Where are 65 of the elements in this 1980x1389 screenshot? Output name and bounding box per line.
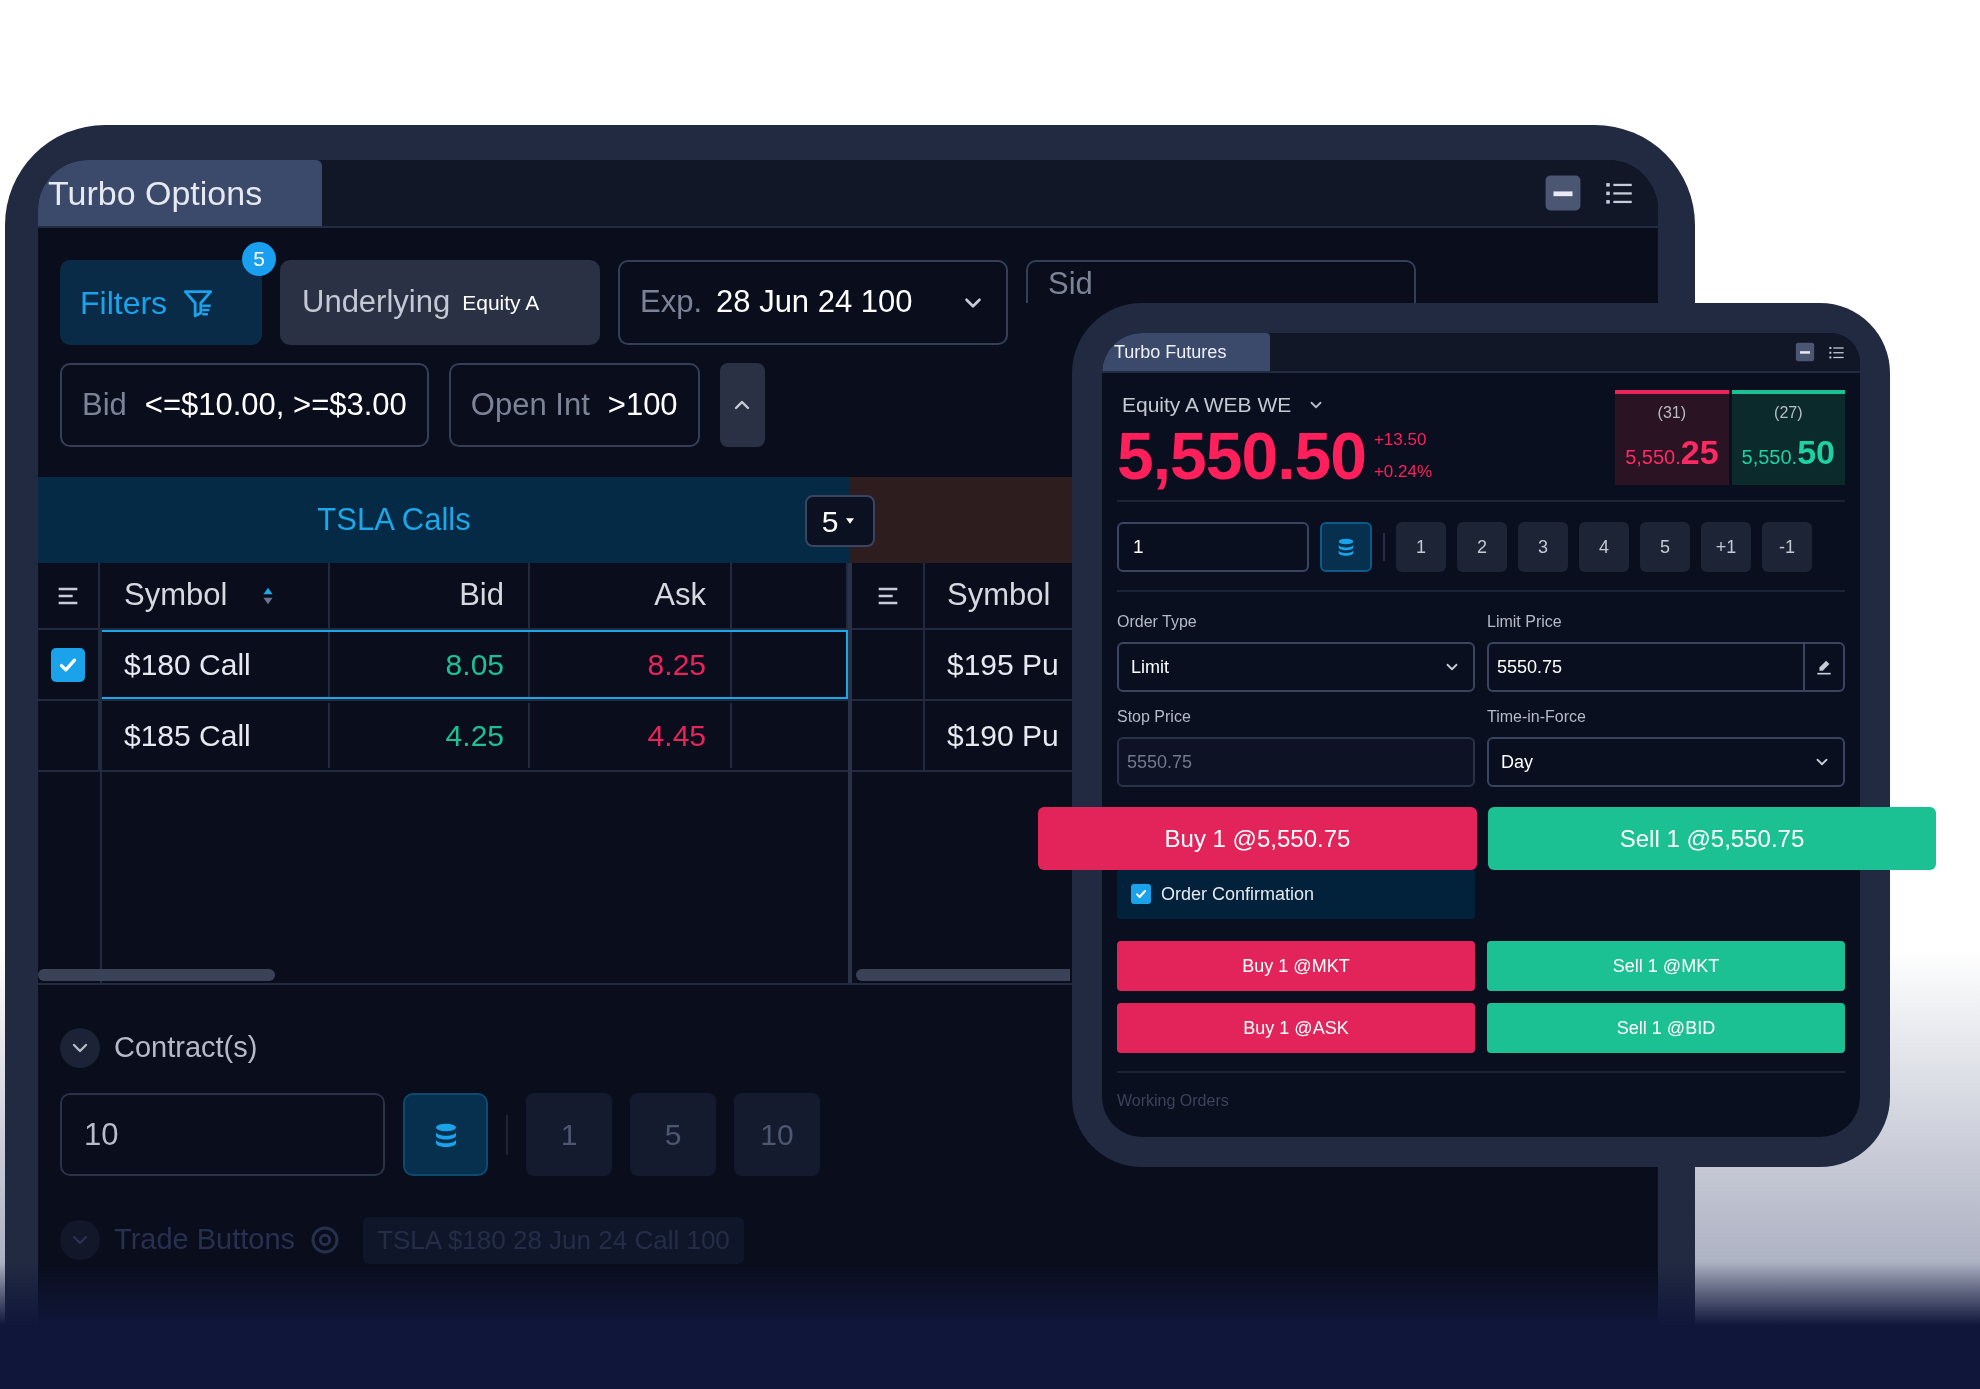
underlying-chip[interactable]: Underlying Equity A bbox=[280, 260, 600, 345]
checkbox[interactable] bbox=[51, 647, 85, 682]
table-cell: 4.25 bbox=[330, 703, 530, 768]
field-label: Stop Price bbox=[1117, 707, 1192, 727]
buy-button[interactable]: Buy 1 @5,550.75 bbox=[1038, 807, 1477, 870]
price-tick: 25 bbox=[1680, 432, 1719, 473]
table-cell: 8.25 bbox=[530, 632, 732, 697]
limit-price-field[interactable]: 5550.75 bbox=[1487, 642, 1803, 692]
price-change: +13.50 bbox=[1373, 429, 1428, 451]
filter-dropdown[interactable]: Exp. 28 Jun 24 100 bbox=[618, 260, 1008, 345]
price-tick: 50 bbox=[1797, 432, 1835, 473]
section-title: Contract(s) bbox=[114, 1030, 258, 1066]
time-in-force-select[interactable]: Day bbox=[1487, 737, 1845, 787]
table-cell-text: $190 Pu bbox=[947, 718, 1059, 754]
minimize-icon[interactable] bbox=[1544, 174, 1582, 212]
bid-quote[interactable]: (31) 5,550.25 bbox=[1615, 390, 1729, 485]
preset-button[interactable]: 5 bbox=[1640, 522, 1690, 572]
order-confirmation-checkbox[interactable]: Order Confirmation bbox=[1117, 869, 1475, 919]
preset-button[interactable]: 3 bbox=[1518, 522, 1568, 572]
field-label: Order Type bbox=[1117, 612, 1198, 632]
preset-button[interactable]: 2 bbox=[1457, 522, 1507, 572]
scrollbar[interactable] bbox=[856, 969, 1070, 981]
count-badge: 5 bbox=[242, 242, 276, 276]
filter-chip[interactable]: Open Int >100 bbox=[448, 363, 700, 447]
column-header[interactable]: Bid bbox=[459, 572, 504, 619]
presets-button[interactable] bbox=[403, 1093, 488, 1176]
section-title: Working Orders bbox=[1117, 1091, 1230, 1111]
order-size: (31) bbox=[1657, 403, 1687, 423]
field-label: Limit Price bbox=[1487, 612, 1563, 632]
collapse-toggle[interactable] bbox=[60, 1220, 100, 1260]
checkbox[interactable] bbox=[1131, 884, 1151, 904]
percent-change: +0.24% bbox=[1373, 460, 1433, 483]
price-handle: 5,550. bbox=[1625, 445, 1681, 470]
order-size: (27) bbox=[1774, 403, 1803, 423]
edit-button[interactable] bbox=[1803, 642, 1845, 692]
column-header[interactable]: Symbol bbox=[947, 572, 1051, 619]
filter-chip[interactable]: Bid <=$10.00, >=$3.00 bbox=[60, 363, 429, 447]
presets-button[interactable] bbox=[1320, 522, 1372, 572]
price-handle: 5,550. bbox=[1741, 445, 1798, 470]
ask-quote[interactable]: (27) 5,550.50 bbox=[1731, 390, 1845, 485]
table-cell-text: $195 Pu bbox=[947, 647, 1059, 683]
window-tab[interactable]: Turbo Options bbox=[38, 160, 322, 226]
window-tab[interactable]: Turbo Futures bbox=[1102, 333, 1270, 371]
column-header[interactable]: Symbol bbox=[124, 572, 228, 619]
column-header[interactable]: Ask bbox=[654, 572, 706, 619]
quantity-field[interactable]: 1 bbox=[1117, 522, 1309, 572]
minimize-icon[interactable] bbox=[1795, 342, 1815, 362]
selected-row-outline[interactable]: $180 Call 8.05 8.25 bbox=[100, 630, 848, 699]
quantity-field[interactable]: 10 bbox=[60, 1093, 385, 1176]
scrollbar[interactable] bbox=[38, 969, 275, 981]
field-label: Time-in-Force bbox=[1487, 707, 1587, 727]
last-price: 5,550.50 bbox=[1117, 422, 1366, 489]
table-cell: 8.05 bbox=[330, 632, 530, 697]
preset-button[interactable]: 4 bbox=[1579, 522, 1629, 572]
preset-button[interactable]: -1 bbox=[1762, 522, 1812, 572]
preset-button[interactable]: 1 bbox=[1396, 522, 1446, 572]
order-type-select[interactable]: Limit bbox=[1117, 642, 1475, 692]
instrument-name[interactable]: Equity A WEB WE bbox=[1122, 389, 1292, 421]
collapse-toggle[interactable] bbox=[60, 1028, 100, 1068]
count-dropdown[interactable]: 5 bbox=[805, 495, 875, 547]
stop-price-field[interactable]: 5550.75 bbox=[1117, 737, 1475, 787]
table-cell: 4.45 bbox=[530, 703, 732, 768]
buy-button[interactable]: Buy 1 @MKT bbox=[1117, 941, 1475, 991]
preset-button[interactable]: +1 bbox=[1701, 522, 1751, 572]
buy-button[interactable]: Buy 1 @ASK bbox=[1117, 1003, 1475, 1053]
